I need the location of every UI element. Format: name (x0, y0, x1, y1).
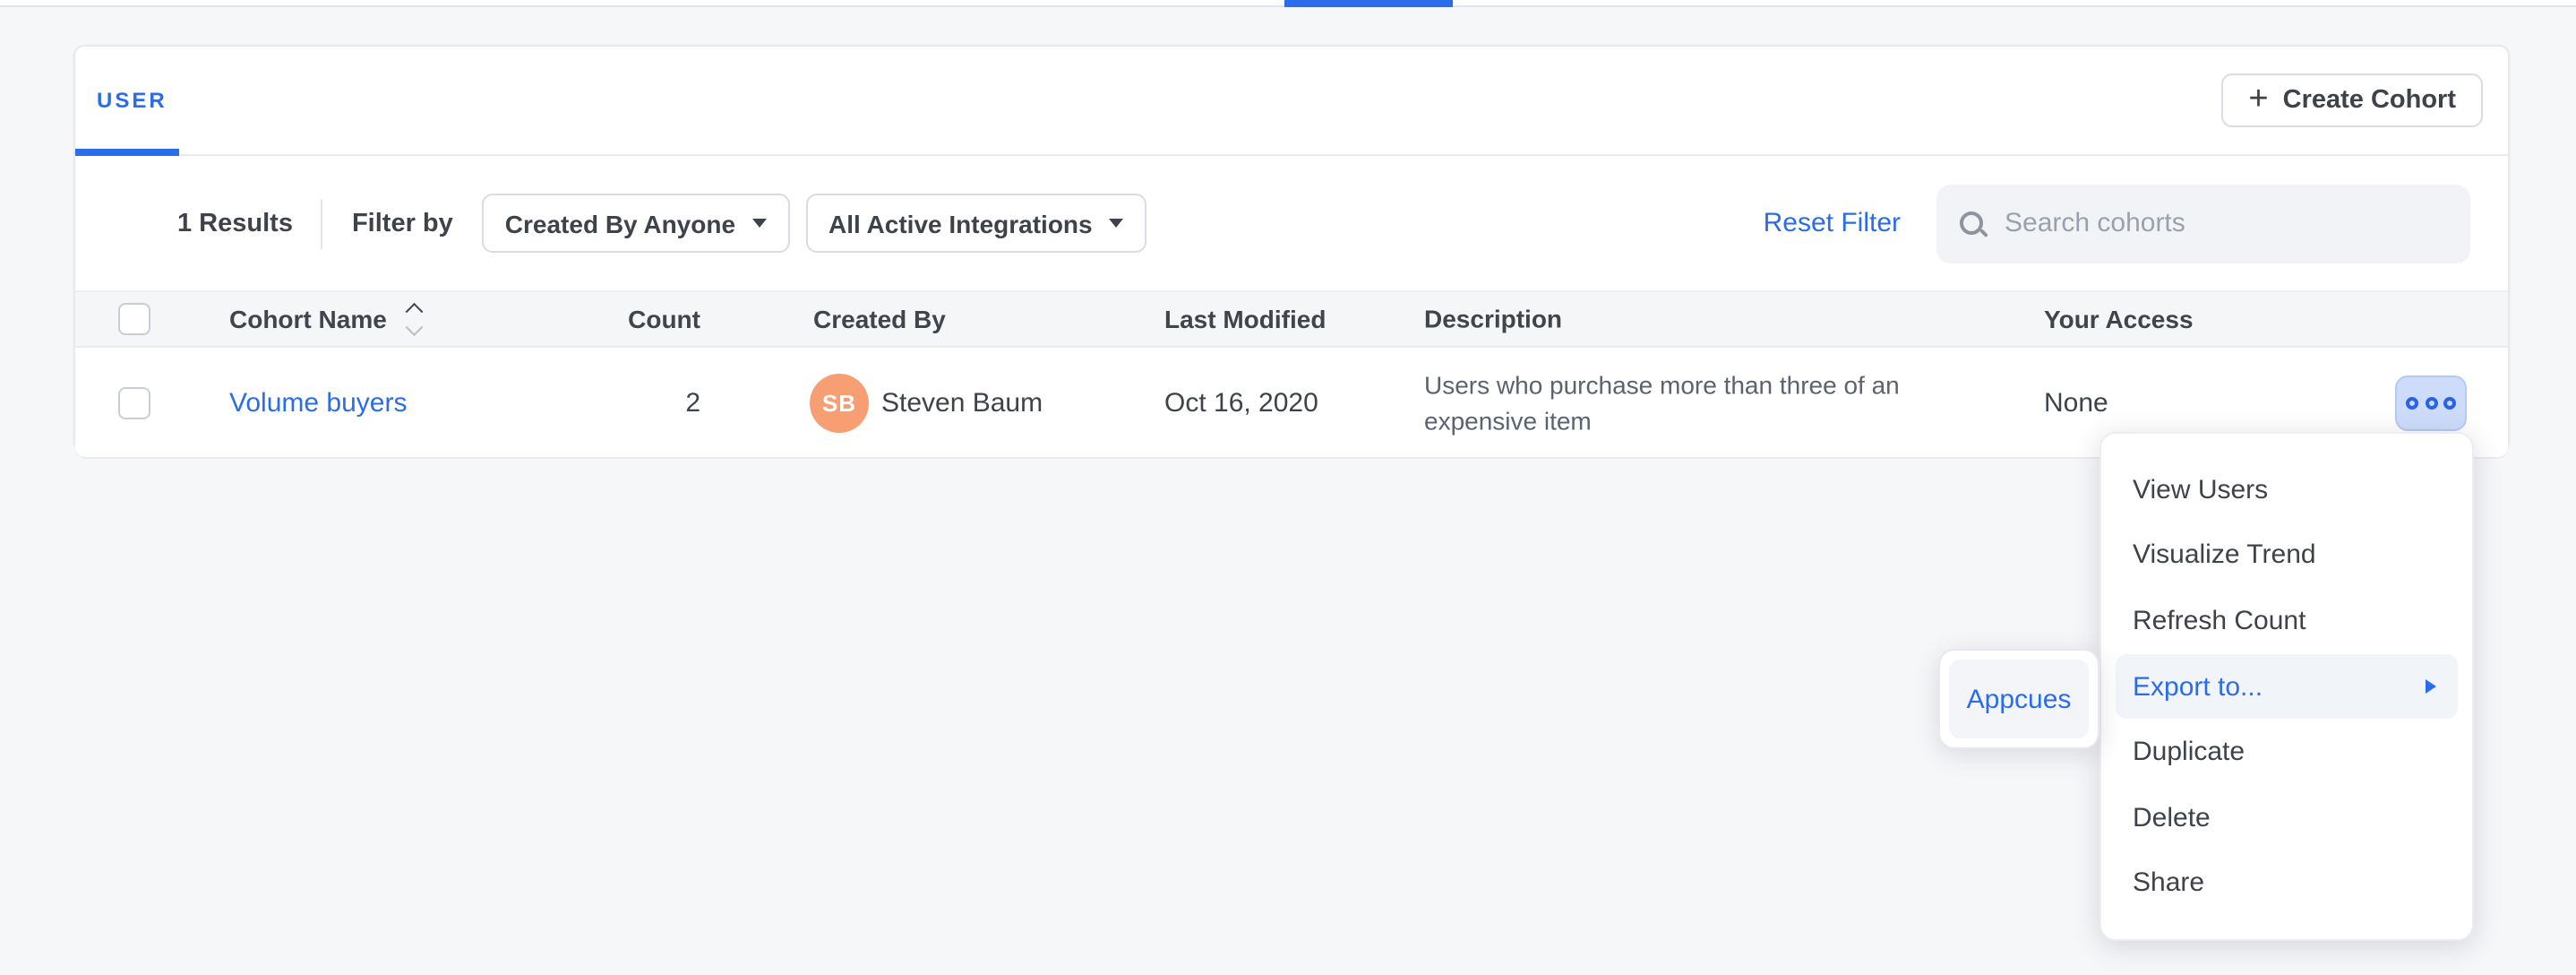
header-last-modified: Last Modified (1164, 305, 1326, 333)
header-description: Description (1424, 301, 1979, 338)
cohorts-card: USER + Create Cohort 1 Results Filter by… (73, 45, 2510, 452)
created-by-dropdown[interactable]: Created By Anyone (482, 194, 789, 253)
create-cohort-label: Create Cohort (2283, 86, 2456, 115)
select-all-checkbox-cell (118, 303, 150, 335)
sort-icon (408, 306, 420, 332)
header-cohort-name[interactable]: Cohort Name (229, 305, 420, 333)
chevron-down-icon (751, 219, 766, 228)
menu-item-delete[interactable]: Delete (2116, 785, 2458, 850)
header-created-by: Created By (813, 305, 946, 333)
menu-item-share[interactable]: Share (2116, 850, 2458, 916)
active-tab-underline (75, 149, 179, 156)
menu-item-view-users[interactable]: View Users (2116, 457, 2458, 522)
last-modified-cell: Oct 16, 2020 (1164, 387, 1318, 418)
integrations-dropdown-label: All Active Integrations (829, 209, 1093, 237)
create-cohort-button[interactable]: + Create Cohort (2221, 73, 2483, 127)
created-by-dropdown-label: Created By Anyone (505, 209, 735, 237)
filter-by-label: Filter by (352, 209, 453, 237)
row-checkbox[interactable] (118, 386, 150, 418)
tab-user[interactable]: USER (97, 47, 167, 154)
dot-icon (2406, 396, 2418, 409)
active-top-tab-indicator (1284, 0, 1453, 7)
submenu-arrow-icon (2426, 679, 2436, 694)
filter-bar: 1 Results Filter by Created By Anyone Al… (75, 156, 2508, 290)
select-all-checkbox[interactable] (118, 303, 150, 335)
created-by-cell: Steven Baum (881, 387, 1043, 418)
menu-item-refresh-count[interactable]: Refresh Count (2116, 588, 2458, 653)
reset-filter-link[interactable]: Reset Filter (1764, 208, 1901, 238)
table-header-row: Cohort Name Count Created By Last Modifi… (75, 290, 2508, 348)
dot-icon (2425, 396, 2437, 409)
header-your-access: Your Access (2044, 305, 2194, 333)
description-cell: Users who purchase more than three of an… (1424, 366, 1979, 438)
row-checkbox-cell (118, 386, 150, 418)
chevron-down-icon (1109, 219, 1123, 228)
search-input[interactable] (2001, 206, 2447, 240)
search-box[interactable] (1936, 184, 2470, 263)
card-tab-header: USER + Create Cohort (75, 47, 2508, 156)
header-count: Count (559, 305, 700, 333)
plus-icon: + (2248, 82, 2268, 116)
integrations-dropdown[interactable]: All Active Integrations (805, 194, 1146, 253)
search-icon (1960, 211, 1983, 235)
avatar-initials: SB (810, 373, 869, 432)
row-actions-context-menu: View Users Visualize Trend Refresh Count… (2099, 432, 2474, 941)
cohort-name-cell: Volume buyers (229, 387, 407, 418)
menu-item-visualize-trend[interactable]: Visualize Trend (2116, 522, 2458, 588)
row-actions-button[interactable] (2395, 375, 2467, 430)
avatar: SB (810, 373, 869, 432)
menu-item-export-to[interactable]: Export to... (2116, 653, 2458, 719)
divider (322, 198, 323, 248)
cohort-name-link[interactable]: Volume buyers (229, 387, 407, 418)
page: USER + Create Cohort 1 Results Filter by… (0, 0, 2576, 975)
dot-icon (2443, 396, 2456, 409)
export-submenu: Appcues (1938, 649, 2099, 749)
count-cell: 2 (559, 387, 700, 418)
tab-user-label: USER (97, 88, 167, 113)
results-count: 1 Results (177, 209, 293, 237)
your-access-cell: None (2044, 387, 2108, 418)
submenu-item-appcues[interactable]: Appcues (1949, 660, 2089, 738)
menu-item-export-to-label: Export to... (2133, 671, 2263, 702)
header-cohort-name-label: Cohort Name (229, 305, 387, 333)
menu-item-duplicate[interactable]: Duplicate (2116, 720, 2458, 785)
